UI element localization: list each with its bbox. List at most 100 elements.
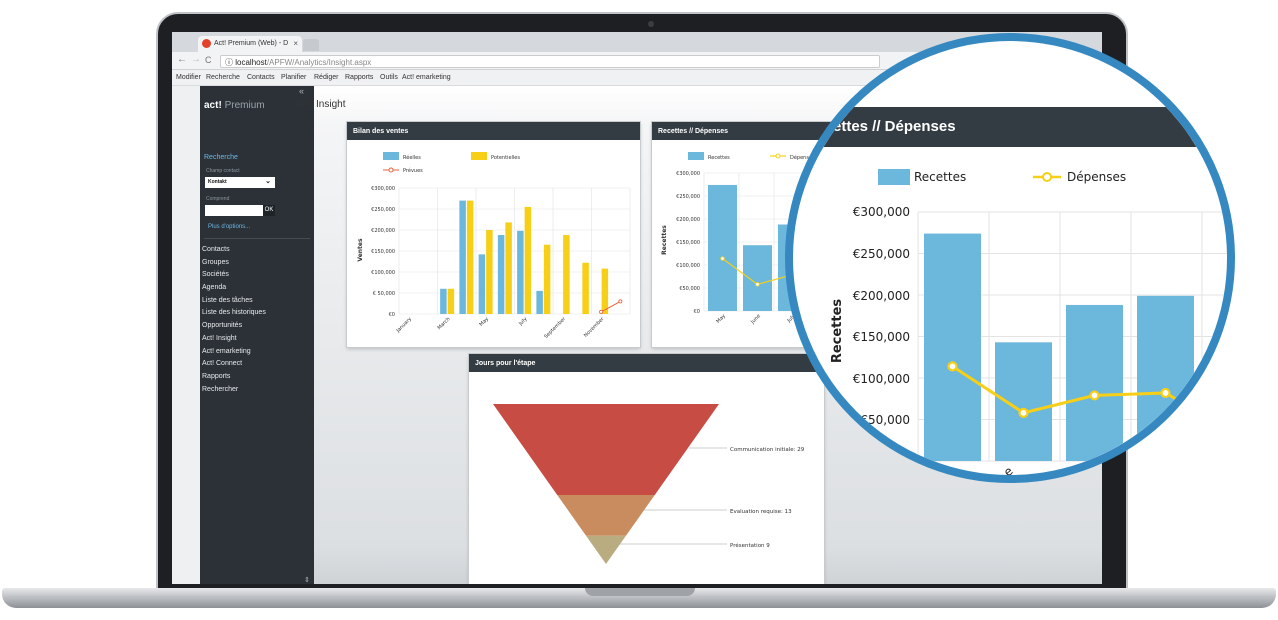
laptop-mockup: Act! Premium (Web) - D × ← → C ⓘ localho… xyxy=(0,0,1278,620)
bar-reelles-may xyxy=(478,254,486,314)
menu-contacts[interactable]: Contacts xyxy=(247,74,275,81)
tab-title: Act! Premium (Web) - D xyxy=(214,40,289,47)
search-input[interactable] xyxy=(205,205,263,216)
mag-y-tick-150k: €150,000 xyxy=(853,330,910,344)
nav-item-societes[interactable]: Sociétés xyxy=(202,271,266,284)
close-icon[interactable]: × xyxy=(293,39,298,48)
mag-y-tick-50k: €50,000 xyxy=(860,413,910,427)
nav-item-emarketing[interactable]: Act! emarketing xyxy=(202,348,266,361)
bar-potentielles-june xyxy=(505,222,512,314)
menu-rediger[interactable]: Rédiger xyxy=(314,74,339,81)
bar-reelles-july xyxy=(517,230,524,314)
resize-icon[interactable]: ⇕ xyxy=(304,576,310,584)
sales-chart: Réelles Potentielles Prévues €300,000 €2… xyxy=(357,152,631,340)
rev-y-tick-0: €0 xyxy=(694,309,700,315)
sales-legend: Réelles Potentielles Prévues xyxy=(383,152,520,174)
mag-point-depenses-3 xyxy=(1160,387,1171,399)
x-tick-september: September xyxy=(543,316,567,340)
page-title: Act! Insight xyxy=(296,99,346,110)
sales-yticks: €300,000 €250,000 €200,000 €150,000 €100… xyxy=(371,186,395,318)
x-tick-march: March xyxy=(437,316,452,331)
y-tick-100k: €100,000 xyxy=(371,270,395,276)
nav-item-insight[interactable]: Act! Insight xyxy=(202,335,266,348)
mag-bar-june xyxy=(995,342,1052,461)
sales-plot-area: January March May July September November xyxy=(395,187,631,340)
nav-item-groupes[interactable]: Groupes xyxy=(202,259,266,272)
contains-label: Comprend xyxy=(206,196,230,202)
x-tick-july: July xyxy=(517,316,528,327)
rev-y-tick-250k: €250,000 xyxy=(676,194,700,200)
mag-y-tick-300k: €300,000 xyxy=(853,205,910,219)
menu-emarketing[interactable]: Act! emarketing xyxy=(402,74,451,81)
mag-bar-may xyxy=(924,233,981,461)
x-tick-january: January xyxy=(395,316,413,334)
mag-bar-august xyxy=(1137,295,1194,461)
nav-list: Contacts Groupes Sociétés Agenda Liste d… xyxy=(202,246,266,398)
rev-bar-may xyxy=(708,184,737,311)
funnel-chart: Communication initiale: 29 Evaluation re… xyxy=(493,404,805,564)
more-options-link[interactable]: Plus d'options... xyxy=(208,224,250,230)
legend-swatch-recettes xyxy=(688,152,704,160)
brand-bold: act! xyxy=(204,100,222,111)
revenue-yticks: €300,000 €250,000 €200,000 €150,000 €100… xyxy=(676,171,700,315)
sales-card-title: Bilan des ventes xyxy=(347,122,640,140)
bar-reelles-march xyxy=(440,288,447,314)
funnel-label-2: Présentation 9 xyxy=(730,542,770,549)
url-input[interactable]: ⓘ localhost/APFW/Analytics/Insight.aspx xyxy=(220,55,880,68)
y-tick-50k: € 50,000 xyxy=(373,291,395,297)
x-tick-november: November xyxy=(583,316,606,339)
new-tab-button[interactable] xyxy=(303,39,319,51)
legend-swatch-reelles xyxy=(383,152,399,160)
mag-y-axis-title: Recettes xyxy=(830,299,845,364)
mag-legend-recettes: Recettes xyxy=(914,170,966,184)
brand-logo: act! Premium xyxy=(204,100,265,111)
nav-item-contacts[interactable]: Contacts xyxy=(202,246,266,259)
nav-item-rechercher[interactable]: Rechercher xyxy=(202,386,266,399)
legend-recettes: Recettes xyxy=(708,155,730,161)
nav-item-rapports[interactable]: Rapports xyxy=(202,373,266,386)
field-label: Champ contact xyxy=(206,168,240,174)
reload-icon[interactable]: C xyxy=(205,55,212,65)
legend-potentielles: Potentielles xyxy=(491,155,520,161)
nav-item-opportunites[interactable]: Opportunités xyxy=(202,322,266,335)
menu-planifier[interactable]: Planifier xyxy=(281,74,306,81)
back-icon[interactable]: ← xyxy=(177,54,187,65)
magnifier-legend: Recettes Dépenses xyxy=(878,169,1126,185)
bar-reelles-august xyxy=(536,290,543,314)
browser-tab[interactable]: Act! Premium (Web) - D × xyxy=(198,36,302,52)
url-path: /APFW/Analytics/Insight.aspx xyxy=(266,58,372,67)
mag-point-depenses-1 xyxy=(1018,407,1029,418)
url-host: localhost xyxy=(235,58,267,67)
funnel-card: Jours pour l'étape Communication initial… xyxy=(469,354,824,584)
divider xyxy=(204,238,310,239)
mag-bar-july xyxy=(1066,304,1123,461)
bar-potentielles-april xyxy=(466,200,474,314)
magnifier-chart: Recettes Dépenses €300,000 €250,000 €200… xyxy=(830,169,1227,475)
menu-modifier[interactable]: Modifier xyxy=(176,74,201,81)
menu-recherche[interactable]: Recherche xyxy=(206,74,240,81)
nav-item-taches[interactable]: Liste des tâches xyxy=(202,297,266,310)
nav-item-historiques[interactable]: Liste des historiques xyxy=(202,309,266,322)
nav-item-connect[interactable]: Act! Connect xyxy=(202,360,266,373)
bar-potentielles-september xyxy=(563,235,570,314)
funnel-label-1: Evaluation requise: 13 xyxy=(730,509,792,515)
rev-y-tick-300k: €300,000 xyxy=(676,171,700,177)
magnifier-yticks: €300,000 €250,000 €200,000 €150,000 €100… xyxy=(853,205,910,427)
y-tick-300k: €300,000 xyxy=(371,186,395,192)
bar-potentielles-october xyxy=(582,262,589,314)
bar-reelles-june xyxy=(497,235,505,314)
bar-potentielles-november xyxy=(601,268,609,314)
forward-icon[interactable]: → xyxy=(191,54,201,65)
funnel-segment-0 xyxy=(493,404,719,495)
nav-item-agenda[interactable]: Agenda xyxy=(202,284,266,297)
menu-rapports[interactable]: Rapports xyxy=(345,74,373,81)
ok-button[interactable]: OK xyxy=(263,205,275,216)
rev-y-tick-200k: €200,000 xyxy=(676,217,700,223)
collapse-icon[interactable]: « xyxy=(299,86,304,96)
sales-card: Bilan des ventes Réelles Potentielles Pr… xyxy=(347,122,640,347)
contact-field-select[interactable]: Kontakt ⌄ xyxy=(205,177,275,188)
funnel-plot-area xyxy=(493,404,727,564)
magnifier-plot-area xyxy=(917,211,1227,462)
menu-outils[interactable]: Outils xyxy=(380,74,398,81)
funnel-segment-2 xyxy=(586,535,626,564)
